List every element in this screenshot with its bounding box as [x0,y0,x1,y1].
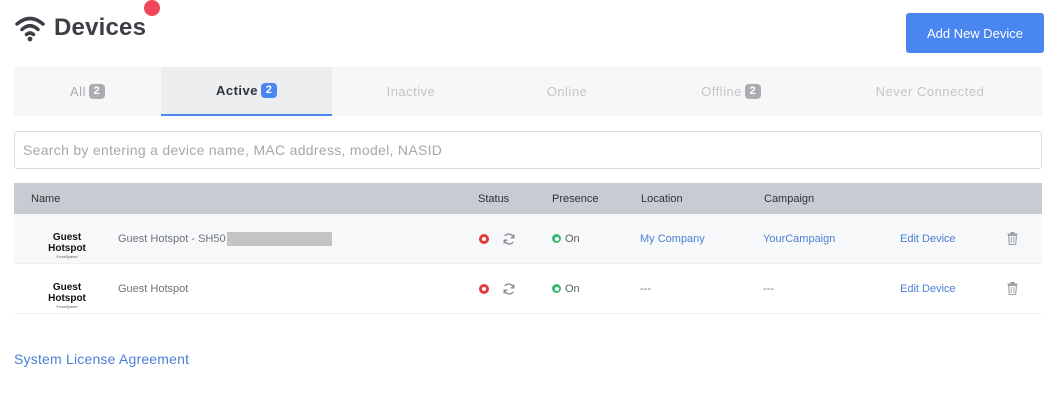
tab-count-badge: 2 [744,84,761,99]
column-header-status[interactable]: Status [478,193,509,205]
tab-label: Never Connected [875,84,985,99]
edit-device-link[interactable]: Edit Device [900,283,956,295]
tab-inactive[interactable]: Inactive [332,67,490,116]
campaign-empty: --- [763,283,774,295]
tab-all[interactable]: All 2 [14,67,161,116]
title-wrap: Devices [14,14,146,42]
column-header-presence[interactable]: Presence [552,193,598,205]
table-header: Name Status Presence Location Campaign [14,183,1042,214]
device-name: Guest Hotspot - SH50 [118,233,226,245]
tab-label: Active [215,83,259,98]
location-link[interactable]: My Company [640,233,705,245]
tab-label: Online [546,84,588,99]
devices-table: Name Status Presence Location Campaign G… [14,183,1042,314]
campaign-link[interactable]: YourCampaign [763,233,835,245]
status-offline-icon [479,234,489,244]
guest-hotspot-logo: Guest Hotspot FromSpeed [34,232,100,259]
status-offline-icon [479,284,489,294]
page-title: Devices [54,14,147,41]
presence-text: On [565,283,580,295]
tab-never-connected[interactable]: Never Connected [818,67,1042,116]
trash-icon[interactable] [1007,232,1018,245]
logo-text: Guest Hotspot [48,282,86,304]
guest-hotspot-logo: Guest Hotspot FromSpeed [34,282,100,309]
presence-text: On [565,233,580,245]
tab-count-badge: 2 [261,83,278,98]
device-search-input[interactable] [14,131,1042,169]
device-filter-tabs: All 2 Active 2 Inactive Online Offline 2… [14,67,1042,116]
logo-text: Guest Hotspot [48,232,86,254]
column-header-name[interactable]: Name [31,193,60,205]
tab-online[interactable]: Online [490,67,644,116]
edit-device-link[interactable]: Edit Device [900,233,956,245]
wifi-icon [15,16,45,42]
tab-active[interactable]: Active 2 [161,67,332,116]
add-new-device-button[interactable]: Add New Device [906,13,1044,53]
presence-on-icon [552,284,561,293]
sync-icon[interactable] [502,282,516,296]
tab-label: All [70,84,86,99]
page-header: Devices Add New Device [14,0,1044,56]
logo-subtext: FromSpeed [56,254,78,259]
column-header-campaign[interactable]: Campaign [764,193,814,205]
redacted-block [227,232,332,246]
table-row[interactable]: Guest Hotspot FromSpeed Guest Hotspot - … [14,214,1042,264]
device-name: Guest Hotspot [118,283,189,295]
trash-icon[interactable] [1007,282,1018,295]
sync-icon[interactable] [502,232,516,246]
tab-offline[interactable]: Offline 2 [644,67,818,116]
location-empty: --- [640,283,651,295]
column-header-location[interactable]: Location [641,193,683,205]
tab-count-badge: 2 [88,84,105,99]
presence-on-icon [552,234,561,243]
system-license-agreement-link[interactable]: System License Agreement [14,351,189,367]
table-row[interactable]: Guest Hotspot FromSpeed Guest Hotspot On… [14,264,1042,314]
tab-label: Inactive [386,84,436,99]
tab-label: Offline [701,84,742,99]
logo-subtext: FromSpeed [56,304,78,309]
notification-dot[interactable] [144,0,160,16]
